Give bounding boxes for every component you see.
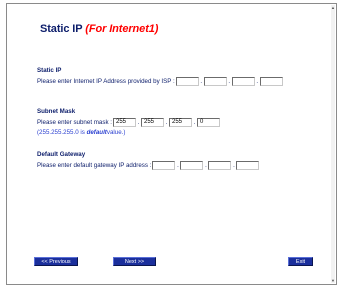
- wizard-content: Static IP (For Internet1) Static IP Plea…: [11, 8, 332, 280]
- static-ip-octet-1[interactable]: [175, 77, 199, 86]
- subnet-mask-octet-2[interactable]: 255: [140, 118, 164, 127]
- default-gateway-octet-3[interactable]: [208, 161, 232, 170]
- static-ip-octet-2[interactable]: [203, 77, 227, 86]
- default-gateway-heading: Default Gateway: [37, 151, 86, 158]
- subnet-mask-heading: Subnet Mask: [37, 108, 76, 115]
- default-gateway-octet-1[interactable]: [152, 161, 176, 170]
- scroll-down-icon[interactable]: ▼: [331, 278, 335, 283]
- static-ip-label: Please enter Internet IP Address provide…: [37, 78, 175, 85]
- subnet-mask-octet-3[interactable]: 255: [168, 118, 192, 127]
- static-ip-row: Please enter Internet IP Address provide…: [37, 77, 283, 86]
- hint-default: default: [86, 129, 107, 136]
- default-gateway-row: Please enter default gateway IP address …: [37, 161, 260, 170]
- subnet-mask-octet-1[interactable]: 255: [112, 118, 136, 127]
- scroll-up-icon[interactable]: ▲: [331, 5, 335, 10]
- default-gateway-label: Please enter default gateway IP address …: [37, 162, 152, 169]
- next-button[interactable]: Next >>: [113, 257, 156, 266]
- page-title-text: Static IP: [40, 23, 83, 35]
- subnet-mask-row: Please enter subnet mask : 255 . 255 . 2…: [37, 118, 220, 127]
- default-gateway-octet-2[interactable]: [180, 161, 204, 170]
- subnet-mask-label: Please enter subnet mask :: [37, 119, 112, 126]
- exit-button[interactable]: Exit: [288, 257, 313, 266]
- previous-button[interactable]: << Previous: [34, 257, 78, 266]
- static-ip-heading: Static IP: [37, 67, 62, 74]
- static-ip-octet-4[interactable]: [259, 77, 283, 86]
- vertical-scrollbar[interactable]: ▲ ▼: [331, 5, 335, 283]
- subnet-mask-hint: (255.255.255.0 is defaultvalue.): [37, 129, 125, 136]
- subnet-mask-octet-4[interactable]: 0: [196, 118, 220, 127]
- hint-value: (255.255.255.0 is: [37, 129, 85, 136]
- page-subtitle: (For Internet1): [85, 23, 159, 35]
- page-title: Static IP (For Internet1): [40, 23, 158, 35]
- hint-suffix: value.): [106, 129, 126, 136]
- wizard-window: Static IP (For Internet1) Static IP Plea…: [6, 3, 337, 285]
- static-ip-octet-3[interactable]: [231, 77, 255, 86]
- default-gateway-octet-4[interactable]: [236, 161, 260, 170]
